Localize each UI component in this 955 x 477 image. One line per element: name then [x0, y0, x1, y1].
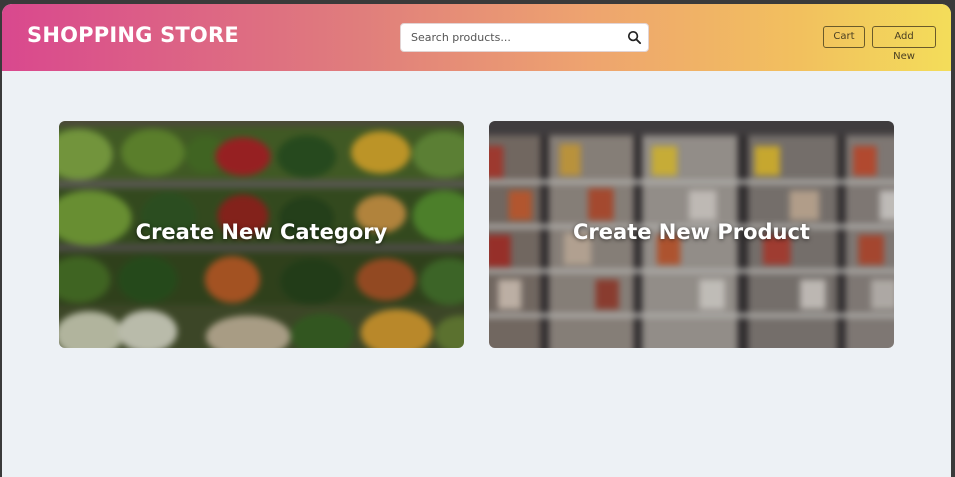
- search-input[interactable]: [401, 24, 616, 51]
- add-new-button[interactable]: Add New: [872, 26, 936, 62]
- search-icon[interactable]: [627, 30, 642, 45]
- navbar: SHOPPING STORE Cart Add New: [2, 4, 951, 71]
- create-category-card[interactable]: Create New Category: [59, 121, 464, 348]
- search-box: [400, 23, 649, 52]
- cart-button[interactable]: Cart: [823, 26, 865, 48]
- card-title: Create New Category: [135, 220, 388, 244]
- app-window: SHOPPING STORE Cart Add New: [2, 4, 951, 477]
- card-title: Create New Product: [573, 220, 810, 244]
- create-product-card[interactable]: Create New Product: [489, 121, 894, 348]
- brand-title[interactable]: SHOPPING STORE: [27, 23, 239, 47]
